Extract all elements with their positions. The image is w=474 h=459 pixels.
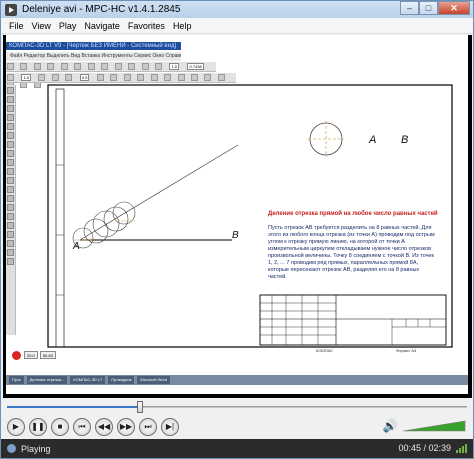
description-body: Пусть отрезок AB требуется разделить на … — [268, 225, 435, 280]
fast-forward-button[interactable]: ▶▶ — [117, 417, 135, 436]
menu-file[interactable]: File — [9, 21, 24, 31]
video-frame: КОМПАС-3D LT V9 - [Чертеж БЕЗ ИМЕНИ - Си… — [6, 35, 468, 394]
skip-forward-icon: ⏭ — [144, 421, 152, 431]
status-text: Playing — [21, 443, 51, 454]
playback-controls: ▶ ❚❚ ■ ⏮ ◀◀ ▶▶ ⏭ ▶| 🔊 — [1, 414, 473, 439]
seek-bar[interactable] — [7, 401, 467, 413]
close-button[interactable]: ✕ — [438, 1, 470, 15]
maximize-button[interactable]: □ — [419, 1, 438, 15]
seek-progress — [7, 406, 141, 408]
menu-view[interactable]: View — [32, 21, 51, 31]
rewind-icon: ◀◀ — [97, 422, 111, 431]
window-title: Deleniye avi - MPC-HC v1.4.1.2845 — [22, 4, 181, 15]
inner-task-item: Microsoft Word — [137, 376, 171, 384]
status-play-icon — [7, 444, 16, 453]
description-title: Деление отрезка прямой на любое число ра… — [268, 211, 438, 217]
status-left: Playing — [7, 444, 51, 454]
skip-back-icon: ⏮ — [78, 421, 86, 431]
pause-button[interactable]: ❚❚ — [29, 417, 47, 436]
mpc-play-icon — [5, 3, 17, 16]
menu-bar: File View Play Navigate Favorites Help — [1, 18, 473, 34]
label-a-right: A — [368, 134, 376, 146]
frame-step-icon: ▶| — [165, 422, 175, 431]
volume-slider[interactable] — [403, 420, 467, 432]
pause-icon: ❚❚ — [31, 422, 45, 431]
time-display[interactable]: 00:45 / 02:39 — [398, 443, 451, 453]
stop-square-icon: ■ — [57, 422, 63, 431]
fast-forward-icon: ▶▶ — [119, 422, 133, 431]
window-controls: – □ ✕ — [400, 1, 470, 16]
status-bar: Playing 00:45 / 02:39 — [1, 439, 473, 458]
seek-bar-area — [1, 399, 473, 413]
title-bar[interactable]: Deleniye avi - MPC-HC v1.4.1.2845 – □ ✕ — [1, 1, 473, 18]
minimize-button[interactable]: – — [400, 1, 419, 15]
seek-thumb[interactable] — [137, 401, 144, 413]
previous-button[interactable]: ⏮ — [73, 417, 91, 436]
inner-task-item: Проводник — [108, 376, 135, 384]
doc-number: КОМПАС — [316, 348, 333, 353]
next-button[interactable]: ⏭ — [139, 417, 157, 436]
mpc-hc-window: Deleniye avi - MPC-HC v1.4.1.2845 – □ ✕ … — [0, 0, 474, 459]
menu-help[interactable]: Help — [173, 21, 192, 31]
stop-icon — [12, 350, 21, 360]
signal-icon — [456, 443, 468, 453]
left-margin-strip — [55, 88, 65, 348]
inner-taskbar: Пуск Деление отрезка... КОМПАС-3D LT Про… — [6, 375, 468, 385]
inner-task-item: КОМПАС-3D LT — [70, 376, 106, 384]
play-icon: ▶ — [12, 422, 20, 431]
label-b-right: B — [401, 134, 408, 146]
inner-task-item: Деление отрезка... — [26, 376, 68, 384]
format-label: Формат A3 — [396, 348, 417, 353]
speaker-icon[interactable]: 🔊 — [383, 419, 398, 433]
menu-play[interactable]: Play — [59, 21, 77, 31]
menu-favorites[interactable]: Favorites — [128, 21, 165, 31]
inner-status-row: 20.0 50.83 — [12, 349, 142, 361]
inner-status-field-1: 20.0 — [24, 351, 38, 359]
inner-status-field-2: 50.83 — [39, 351, 56, 359]
menu-navigate[interactable]: Navigate — [84, 21, 120, 31]
label-b-line: B — [232, 230, 239, 241]
frame-step-button[interactable]: ▶| — [161, 417, 179, 436]
video-area[interactable]: КОМПАС-3D LT V9 - [Чертеж БЕЗ ИМЕНИ - Си… — [3, 35, 472, 398]
rewind-button[interactable]: ◀◀ — [95, 417, 113, 436]
auxiliary-ray — [79, 144, 239, 241]
label-a-line: A — [72, 241, 80, 252]
stop-button[interactable]: ■ — [51, 417, 69, 436]
inner-task-item: Пуск — [9, 376, 24, 384]
play-button[interactable]: ▶ — [7, 417, 25, 436]
